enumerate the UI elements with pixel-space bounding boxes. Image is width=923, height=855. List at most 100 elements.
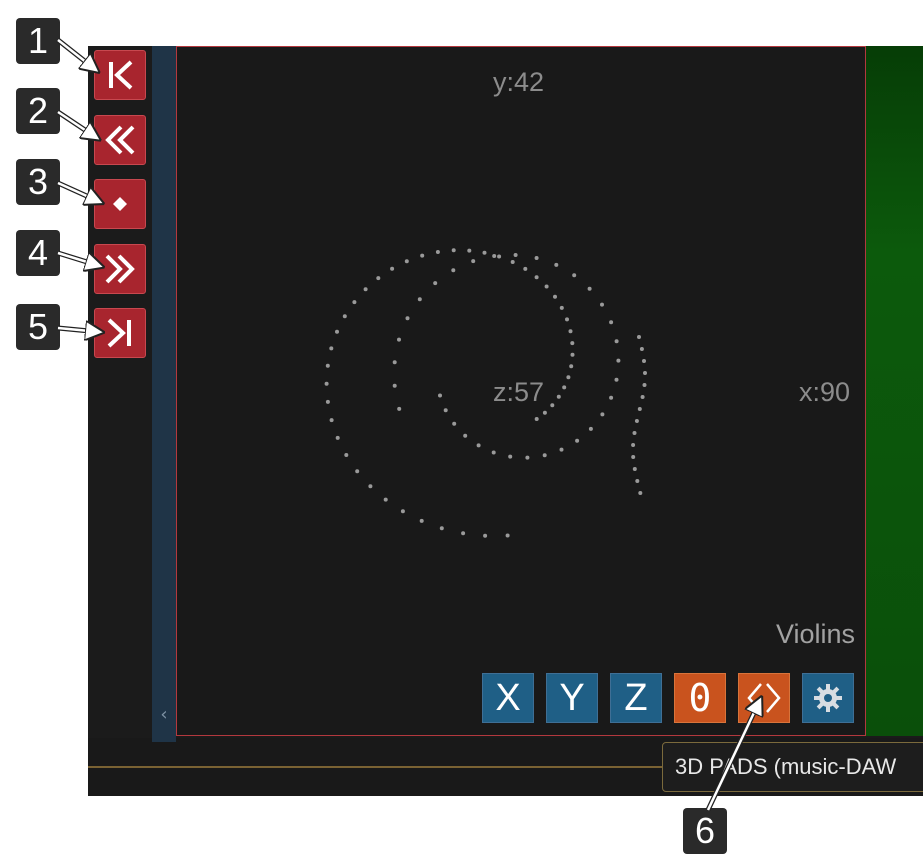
trajectory-dot	[435, 250, 440, 254]
trajectory-dot	[505, 533, 510, 538]
trajectory-dot	[639, 347, 644, 351]
trajectory-dot	[559, 447, 564, 452]
settings-button[interactable]	[802, 673, 854, 723]
go-to-end-icon	[107, 318, 131, 348]
callout-2: 2	[16, 88, 60, 134]
trajectory-dot	[562, 385, 567, 390]
trajectory-dot	[600, 412, 605, 417]
trajectory-dot	[352, 300, 357, 305]
callout-1: 1	[16, 18, 60, 64]
trajectory-dot	[420, 253, 425, 258]
trajectory-dot	[390, 266, 395, 271]
trajectory-dot	[572, 273, 577, 278]
trajectory-dot	[383, 497, 388, 502]
instrument-label: Violins	[775, 619, 855, 649]
z-axis-button[interactable]: Z	[610, 673, 662, 723]
reset-zero-button[interactable]: 0	[674, 673, 726, 723]
rewind-button[interactable]	[94, 115, 146, 165]
trajectory-dot	[570, 352, 575, 357]
trajectory-dot	[476, 443, 481, 448]
trajectory-dot	[443, 408, 448, 413]
trajectory-dot	[491, 450, 496, 455]
trajectory-dot	[523, 266, 528, 271]
trajectory-dot	[376, 276, 381, 281]
trajectory-dot	[392, 383, 397, 388]
trajectory-dot	[643, 371, 647, 375]
trajectory-dot	[556, 394, 561, 399]
rewind-icon	[105, 125, 135, 155]
trajectory-dot	[565, 317, 569, 322]
trajectory-dot	[614, 339, 619, 344]
trajectory-dot	[482, 250, 487, 255]
trajectory-dot	[400, 509, 405, 514]
trajectory-dot	[632, 431, 637, 435]
trajectory-dot	[550, 403, 555, 408]
y-axis-button[interactable]: Y	[546, 673, 598, 723]
callout-5: 5	[16, 304, 60, 350]
trajectory-dot	[405, 316, 410, 321]
trajectory-dot	[534, 275, 539, 280]
callout-4: 4	[16, 230, 60, 276]
trajectory-dot	[355, 469, 360, 474]
trajectory-dot	[461, 531, 466, 536]
trajectory-dot	[542, 410, 547, 415]
trajectory-dot	[587, 286, 592, 291]
side-rail	[152, 46, 176, 742]
collapse-chevron-icon[interactable]: ‹	[152, 700, 176, 730]
trajectory-dot	[609, 320, 614, 325]
trajectory-dot	[483, 533, 488, 538]
trajectory-dot	[616, 358, 621, 363]
trajectory-dot	[438, 393, 442, 398]
x-axis-button[interactable]: X	[482, 673, 534, 723]
fast-forward-icon	[105, 254, 135, 284]
trajectory-dot	[642, 359, 646, 363]
trajectory-dot	[451, 248, 456, 253]
trajectory-dot	[368, 484, 373, 489]
trajectory-dot	[471, 259, 476, 264]
fast-forward-button[interactable]	[94, 244, 146, 294]
trajectory-dot	[492, 254, 497, 258]
trajectory-dot	[544, 284, 549, 289]
trajectory-dot	[534, 417, 539, 421]
go-to-start-button[interactable]	[94, 50, 146, 100]
trajectory-dot	[404, 259, 409, 264]
trajectory-dot	[634, 419, 639, 423]
trajectory-dot	[497, 254, 502, 259]
callout-3: 3	[16, 159, 60, 205]
gear-icon	[814, 684, 842, 712]
trajectory-dot	[325, 363, 330, 368]
trajectory-dot	[467, 248, 472, 253]
trajectory-dot	[569, 364, 574, 369]
trajectory-dot	[329, 346, 334, 351]
trajectory-dot	[600, 302, 604, 307]
trajectory-dot	[575, 438, 580, 443]
trajectory-dot	[325, 399, 330, 404]
green-panel	[866, 46, 923, 736]
tooltip: 3D PADS (music-DAW	[662, 742, 923, 792]
trajectory-dot	[329, 418, 334, 423]
xyz-pad[interactable]: y:42 z:57 x:90 Violins X Y Z 0	[176, 46, 866, 736]
trajectory-dot	[568, 329, 573, 334]
callout-6: 6	[683, 808, 727, 854]
trajectory-dot	[553, 294, 557, 299]
trajectory-dot	[632, 467, 637, 471]
trajectory-dot	[609, 395, 614, 400]
trajectory-dot	[631, 455, 636, 459]
trajectory-dot	[631, 443, 636, 447]
trajectory-dot	[363, 287, 368, 292]
trajectory-dot	[419, 518, 424, 523]
trajectory-dot	[433, 281, 438, 286]
record-position-button[interactable]	[94, 179, 146, 229]
trajectory-dot	[335, 329, 339, 334]
go-to-start-icon	[109, 60, 133, 90]
expand-button[interactable]	[738, 673, 790, 723]
trajectory-dot	[525, 455, 530, 460]
trajectory-dot	[542, 453, 547, 458]
trajectory-dot	[559, 305, 564, 310]
trajectory-dot	[417, 297, 422, 302]
trajectory-dots	[324, 248, 647, 538]
trajectory-dot	[637, 335, 641, 339]
go-to-end-button[interactable]	[94, 308, 146, 358]
trajectory-dot	[324, 381, 329, 386]
trajectory-dot	[463, 433, 468, 438]
